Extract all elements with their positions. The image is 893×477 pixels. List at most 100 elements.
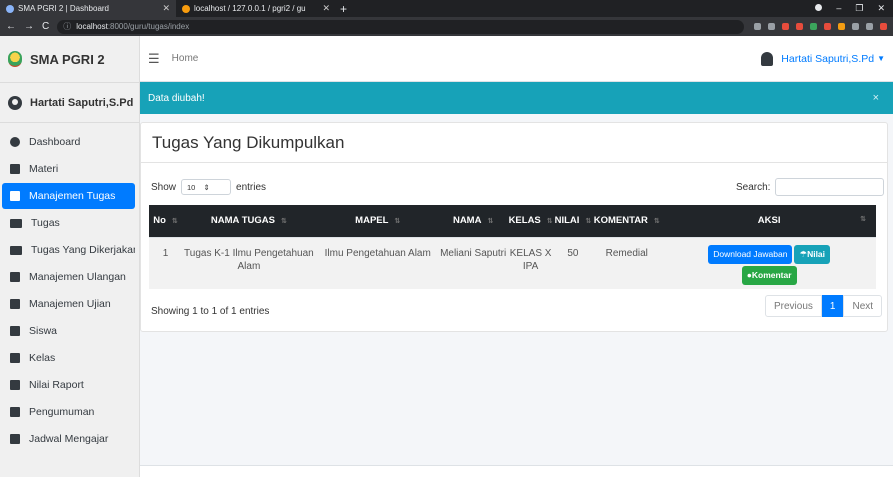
sidebar-item-tugas-dikerjakan[interactable]: Tugas Yang Dikerjakan (2, 237, 135, 263)
table-row: 1 Tugas K-1 Ilmu Pengetahuan Alam Ilmu P… (149, 236, 876, 289)
column-header-nilai[interactable]: NILAI ⇅ (554, 205, 592, 237)
url-host: localhost (76, 22, 108, 31)
phpmyadmin-icon (182, 4, 190, 13)
header-label: AKSI (757, 215, 781, 227)
alert-message: Data diubah! (148, 92, 205, 104)
sidebar-item-materi[interactable]: Materi (2, 156, 135, 182)
sidebar-item-manajemen-ujian[interactable]: Manajemen Ujian (2, 291, 135, 317)
column-header-mapel[interactable]: MAPEL ⇅ (315, 205, 440, 237)
download-jawaban-button[interactable]: Download Jawaban (708, 244, 793, 264)
sidebar-user-panel[interactable]: Hartati Saputri,S.Pd (0, 83, 139, 123)
tugas-table: No ⇅ NAMA TUGAS ⇅ MAPEL ⇅ NAMA ⇅ KELAS ⇅ NILA… (149, 205, 876, 289)
book-icon (10, 164, 20, 174)
book-open-icon (10, 245, 22, 255)
next-page-button[interactable]: Next (843, 295, 883, 317)
brand-text: SMA PGRI 2 (30, 51, 105, 67)
sidebar-item-jadwal-mengajar[interactable]: Jadwal Mengajar (2, 426, 135, 452)
new-tab-button[interactable]: + (340, 2, 347, 16)
nilai-button-label: Nilai (807, 248, 826, 259)
entries-label: entries (236, 181, 267, 193)
sidebar-item-label: Siswa (29, 325, 58, 337)
forward-button[interactable]: → (24, 21, 34, 32)
user-dropdown[interactable]: Hartati Saputri,S.Pd ▼ (761, 51, 893, 66)
browser-tab-dashboard[interactable]: SMA PGRI 2 | Dashboard ✕ (0, 0, 176, 17)
window-controls: – ❐ ✕ (815, 3, 893, 14)
search-input[interactable] (775, 178, 885, 196)
book-icon (10, 353, 20, 363)
komentar-button[interactable]: ●Komentar (741, 265, 797, 285)
tab-title: localhost / 127.0.0.1 / pgri2 / gu (194, 4, 306, 13)
sort-icon: ⇅ (171, 218, 178, 226)
address-bar: ← → C ⓘ localhost :8000/guru/tugas/index (0, 17, 893, 36)
sidebar-item-pengumuman[interactable]: Pengumuman (2, 399, 135, 425)
sidebar-item-nilai-raport[interactable]: Nilai Raport (2, 372, 135, 398)
tachometer-icon (10, 137, 20, 147)
close-icon[interactable]: ✕ (322, 3, 330, 14)
extension-icon[interactable] (810, 23, 817, 30)
header-label: KOMENTAR (593, 215, 648, 227)
brand-link[interactable]: SMA PGRI 2 (0, 36, 139, 83)
nilai-button[interactable]: ☂Nilai (794, 244, 831, 264)
tab-title: SMA PGRI 2 | Dashboard (18, 4, 110, 13)
success-alert: Data diubah! × (140, 82, 893, 114)
user-circle-icon (8, 95, 22, 110)
back-button[interactable]: ← (6, 21, 16, 32)
extension-icon[interactable] (782, 23, 789, 30)
alert-close-button[interactable]: × (873, 92, 893, 104)
column-header-no[interactable]: No ⇅ (149, 205, 182, 237)
profile-icon[interactable] (815, 4, 823, 11)
card-divider (141, 162, 887, 163)
sort-icon: ⇅ (487, 218, 494, 226)
reading-list-icon[interactable] (866, 23, 873, 30)
browser-tab-phpmyadmin[interactable]: localhost / 127.0.0.1 / pgri2 / gu ✕ (176, 0, 336, 17)
extension-icon[interactable] (824, 23, 831, 30)
search-label: Search: (736, 181, 771, 193)
minimize-button[interactable]: – (836, 3, 841, 14)
sidebar-item-label: Manajemen Tugas (29, 190, 116, 202)
sidebar-item-kelas[interactable]: Kelas (2, 345, 135, 371)
star-icon[interactable] (768, 23, 775, 30)
header-label: NAMA TUGAS (210, 215, 275, 227)
sidebar-item-label: Tugas Yang Dikerjakan (31, 244, 135, 256)
book-icon (10, 326, 20, 336)
column-header-nama-tugas[interactable]: NAMA TUGAS ⇅ (181, 205, 316, 237)
tugas-card: Tugas Yang Dikumpulkan Show 10 ⇕ entries… (140, 122, 888, 332)
reload-button[interactable]: C (42, 21, 49, 32)
sidebar-item-label: Jadwal Mengajar (29, 433, 109, 445)
extension-icon[interactable] (880, 23, 887, 30)
sidebar-item-dashboard[interactable]: Dashboard (2, 129, 135, 155)
cell-komentar: Remedial (591, 236, 663, 289)
cell-nama: Meliani Saputri (439, 236, 507, 289)
close-icon[interactable]: ✕ (162, 3, 170, 14)
home-link[interactable]: Home (172, 53, 199, 64)
sidebar-item-tugas[interactable]: Tugas (2, 210, 135, 236)
show-label: Show (151, 181, 177, 193)
close-window-button[interactable]: ✕ (877, 3, 885, 14)
header-label: NAMA (452, 215, 482, 227)
maximize-button[interactable]: ❐ (855, 3, 863, 14)
sidebar-item-label: Tugas (31, 217, 60, 229)
entries-select[interactable]: 10 ⇕ (181, 179, 232, 195)
book-icon (10, 191, 20, 201)
extension-icon[interactable] (796, 23, 803, 30)
extension-icon[interactable] (838, 23, 845, 30)
sidebar-item-label: Manajemen Ulangan (29, 271, 126, 283)
column-header-komentar[interactable]: KOMENTAR ⇅ (591, 205, 663, 237)
book-open-icon (10, 218, 22, 228)
hamburger-icon[interactable]: ☰ (148, 51, 160, 67)
previous-page-button[interactable]: Previous (765, 295, 822, 317)
page-1-button[interactable]: 1 (821, 295, 844, 317)
sidebar-item-manajemen-tugas[interactable]: Manajemen Tugas (2, 183, 135, 209)
zoom-icon[interactable] (754, 23, 761, 30)
sidebar-item-label: Pengumuman (29, 406, 95, 418)
column-header-aksi[interactable]: AKSI ⇅ (662, 205, 876, 237)
puzzle-icon[interactable] (852, 23, 859, 30)
pagination: Previous 1 Next (765, 295, 883, 317)
cell-nama-tugas: Tugas K-1 Ilmu Pengetahuan Alam (181, 236, 316, 289)
sidebar-item-label: Materi (29, 163, 59, 175)
column-header-nama[interactable]: NAMA ⇅ (439, 205, 507, 237)
sidebar-item-manajemen-ulangan[interactable]: Manajemen Ulangan (2, 264, 135, 290)
url-field[interactable]: ⓘ localhost :8000/guru/tugas/index (57, 19, 744, 34)
sidebar-item-siswa[interactable]: Siswa (2, 318, 135, 344)
column-header-kelas[interactable]: KELAS ⇅ (506, 205, 555, 237)
